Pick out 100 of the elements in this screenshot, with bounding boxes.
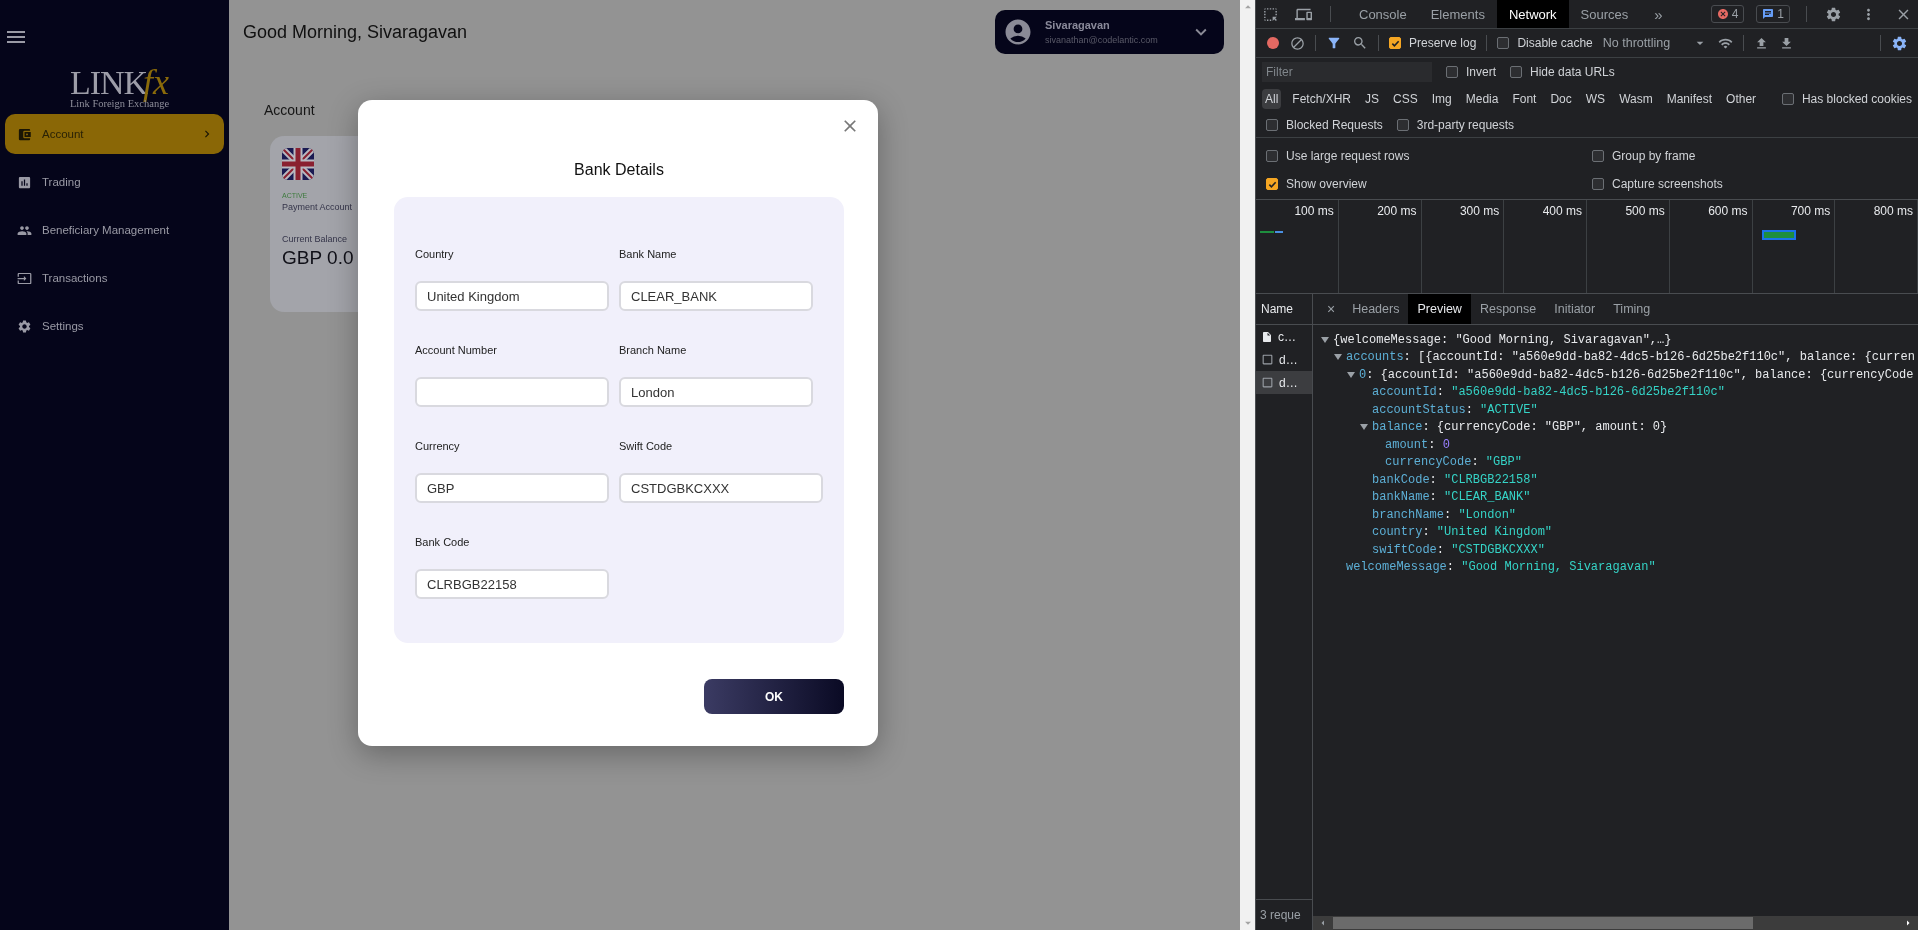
checkbox[interactable]: [1396, 118, 1409, 131]
wallet-icon: [17, 126, 32, 142]
type-filter[interactable]: Fetch/XHR: [1289, 89, 1355, 109]
input-field[interactable]: GBP: [415, 473, 609, 503]
devtools-tab[interactable]: Elements: [1418, 0, 1497, 28]
type-filter[interactable]: Manifest: [1663, 89, 1716, 109]
checkbox[interactable]: [1389, 37, 1401, 49]
nav-item[interactable]: Trading: [5, 162, 224, 202]
input-field[interactable]: [415, 377, 609, 407]
detail-tab[interactable]: Initiator: [1545, 294, 1605, 324]
checkbox[interactable]: [1446, 66, 1458, 78]
input-field[interactable]: CLEAR_BANK: [619, 281, 813, 311]
detail-tab[interactable]: Timing: [1604, 294, 1660, 324]
json-line: bankCode: "CLRBGB22158": [1372, 472, 1538, 487]
nav-item[interactable]: Beneficiary Management: [5, 210, 224, 250]
devtools-tab[interactable]: Network: [1496, 0, 1569, 28]
json-line: 0: {accountId: "a560e9dd-ba82-4dc5-b126-6d25be2f110c", balance: {currencyCode: [1359, 367, 1914, 382]
tick-label: 100 ms: [1294, 204, 1334, 220]
user-name: Sivaragavan: [1045, 19, 1111, 31]
type-filter[interactable]: All: [1262, 89, 1282, 109]
json-line: currencyCode: "GBP": [1385, 455, 1522, 470]
json-line: {welcomeMessage: "Good Morning, Sivaragavan",…}: [1333, 332, 1672, 347]
more-tabs[interactable]: »: [1654, 5, 1663, 23]
account-type: Payment Account: [282, 202, 353, 212]
close-button[interactable]: ×: [1319, 301, 1344, 317]
settings-icon[interactable]: [1825, 5, 1842, 23]
json-line: country: "United Kingdom": [1372, 525, 1553, 540]
document-arrow-icon: [17, 270, 32, 286]
type-filter[interactable]: JS: [1362, 89, 1383, 109]
scrollbar-thumb[interactable]: [1333, 917, 1753, 929]
checkbox[interactable]: [1592, 178, 1604, 190]
tick-label: 400 ms: [1542, 204, 1582, 220]
type-filter[interactable]: Wasm: [1616, 89, 1656, 109]
checkbox[interactable]: [1266, 150, 1278, 162]
type-filter[interactable]: WS: [1582, 89, 1609, 109]
checkbox-label: Invert: [1466, 65, 1496, 79]
column-header: Name: [1256, 294, 1312, 325]
request-bar: [1762, 230, 1796, 240]
checkbox[interactable]: [1266, 118, 1278, 131]
field-label: Swift Code: [619, 440, 674, 452]
type-filter[interactable]: Doc: [1547, 89, 1575, 109]
devtools-tab[interactable]: Console: [1347, 0, 1419, 28]
expand-arrow-icon[interactable]: [1334, 353, 1342, 362]
input-field[interactable]: London: [619, 377, 813, 407]
type-filter[interactable]: Media: [1462, 89, 1502, 109]
detail-tab[interactable]: Response: [1470, 294, 1546, 324]
search-icon[interactable]: [1352, 35, 1368, 51]
input-field[interactable]: CSTDGBKCXXX: [619, 473, 823, 503]
checkbox-label: Show overview: [1286, 177, 1367, 191]
user-menu[interactable]: Sivaragavan sivanathan@codelantic.com: [995, 10, 1224, 54]
type-filter[interactable]: Img: [1428, 89, 1455, 109]
greeting: Good Morning, Sivaragavan: [243, 21, 468, 43]
ok-button[interactable]: OK: [704, 679, 844, 714]
json-line: accounts: [{accountId: "a560e9dd-ba82-4dc5-b126-6d25be2f110c", balance: {curren: [1346, 350, 1915, 365]
message-icon: [1762, 8, 1775, 20]
detail-tab[interactable]: Headers: [1343, 294, 1409, 324]
error-count[interactable]: 4: [1710, 5, 1745, 23]
json-line: amount: 0: [1385, 437, 1450, 452]
tick-label: 700 ms: [1790, 204, 1831, 220]
request-row[interactable]: d…: [1256, 348, 1312, 371]
checkbox-label: Group by frame: [1612, 149, 1696, 163]
nav-item[interactable]: Transactions: [5, 258, 224, 298]
clear-icon[interactable]: [1290, 35, 1305, 51]
expand-arrow-icon[interactable]: [1347, 370, 1355, 379]
request-row[interactable]: d…: [1256, 371, 1312, 394]
request-row[interactable]: c…: [1256, 325, 1312, 348]
field-label: Currency: [415, 440, 461, 452]
input-field[interactable]: United Kingdom: [415, 281, 609, 311]
tick-label: 600 ms: [1708, 204, 1748, 220]
checkbox-label: Hide data URLs: [1530, 65, 1615, 79]
field-label: Branch Name: [619, 344, 688, 356]
throttling-select[interactable]: No throttling: [1602, 36, 1671, 50]
checkbox-label: Blocked Requests: [1286, 117, 1383, 132]
type-filter[interactable]: CSS: [1390, 89, 1421, 109]
filter-field[interactable]: Filter: [1262, 62, 1432, 82]
type-filter[interactable]: Other: [1723, 89, 1760, 109]
checkbox[interactable]: [1781, 93, 1794, 105]
checkbox[interactable]: [1266, 178, 1278, 190]
settings-icon[interactable]: [1891, 34, 1908, 52]
expand-arrow-icon[interactable]: [1321, 335, 1329, 344]
checkbox[interactable]: [1497, 37, 1510, 49]
record-icon[interactable]: [1266, 36, 1280, 50]
devtools-tab[interactable]: Sources: [1568, 0, 1641, 28]
field-label: Bank Name: [619, 248, 678, 260]
error-icon: [1716, 8, 1729, 20]
filter-icon[interactable]: [1326, 35, 1342, 51]
json-line: swiftCode: "CSTDGBKCXXX": [1372, 542, 1545, 557]
message-count[interactable]: 1: [1756, 5, 1790, 23]
expand-arrow-icon[interactable]: [1360, 423, 1368, 432]
type-filter[interactable]: Font: [1509, 89, 1540, 109]
checkbox-label: Capture screenshots: [1612, 177, 1723, 191]
nav-item[interactable]: Settings: [5, 306, 224, 346]
flag-icon: [282, 148, 314, 180]
inspect-icon[interactable]: [1262, 5, 1279, 23]
file-icon: [1261, 353, 1274, 366]
detail-tab[interactable]: Preview: [1408, 294, 1471, 324]
checkbox[interactable]: [1510, 66, 1522, 78]
input-field[interactable]: CLRBGB22158: [415, 569, 609, 599]
checkbox[interactable]: [1592, 150, 1604, 162]
json-line: accountId: "a560e9dd-ba82-4dc5-b126-6d25be2f110c": [1372, 385, 1725, 400]
